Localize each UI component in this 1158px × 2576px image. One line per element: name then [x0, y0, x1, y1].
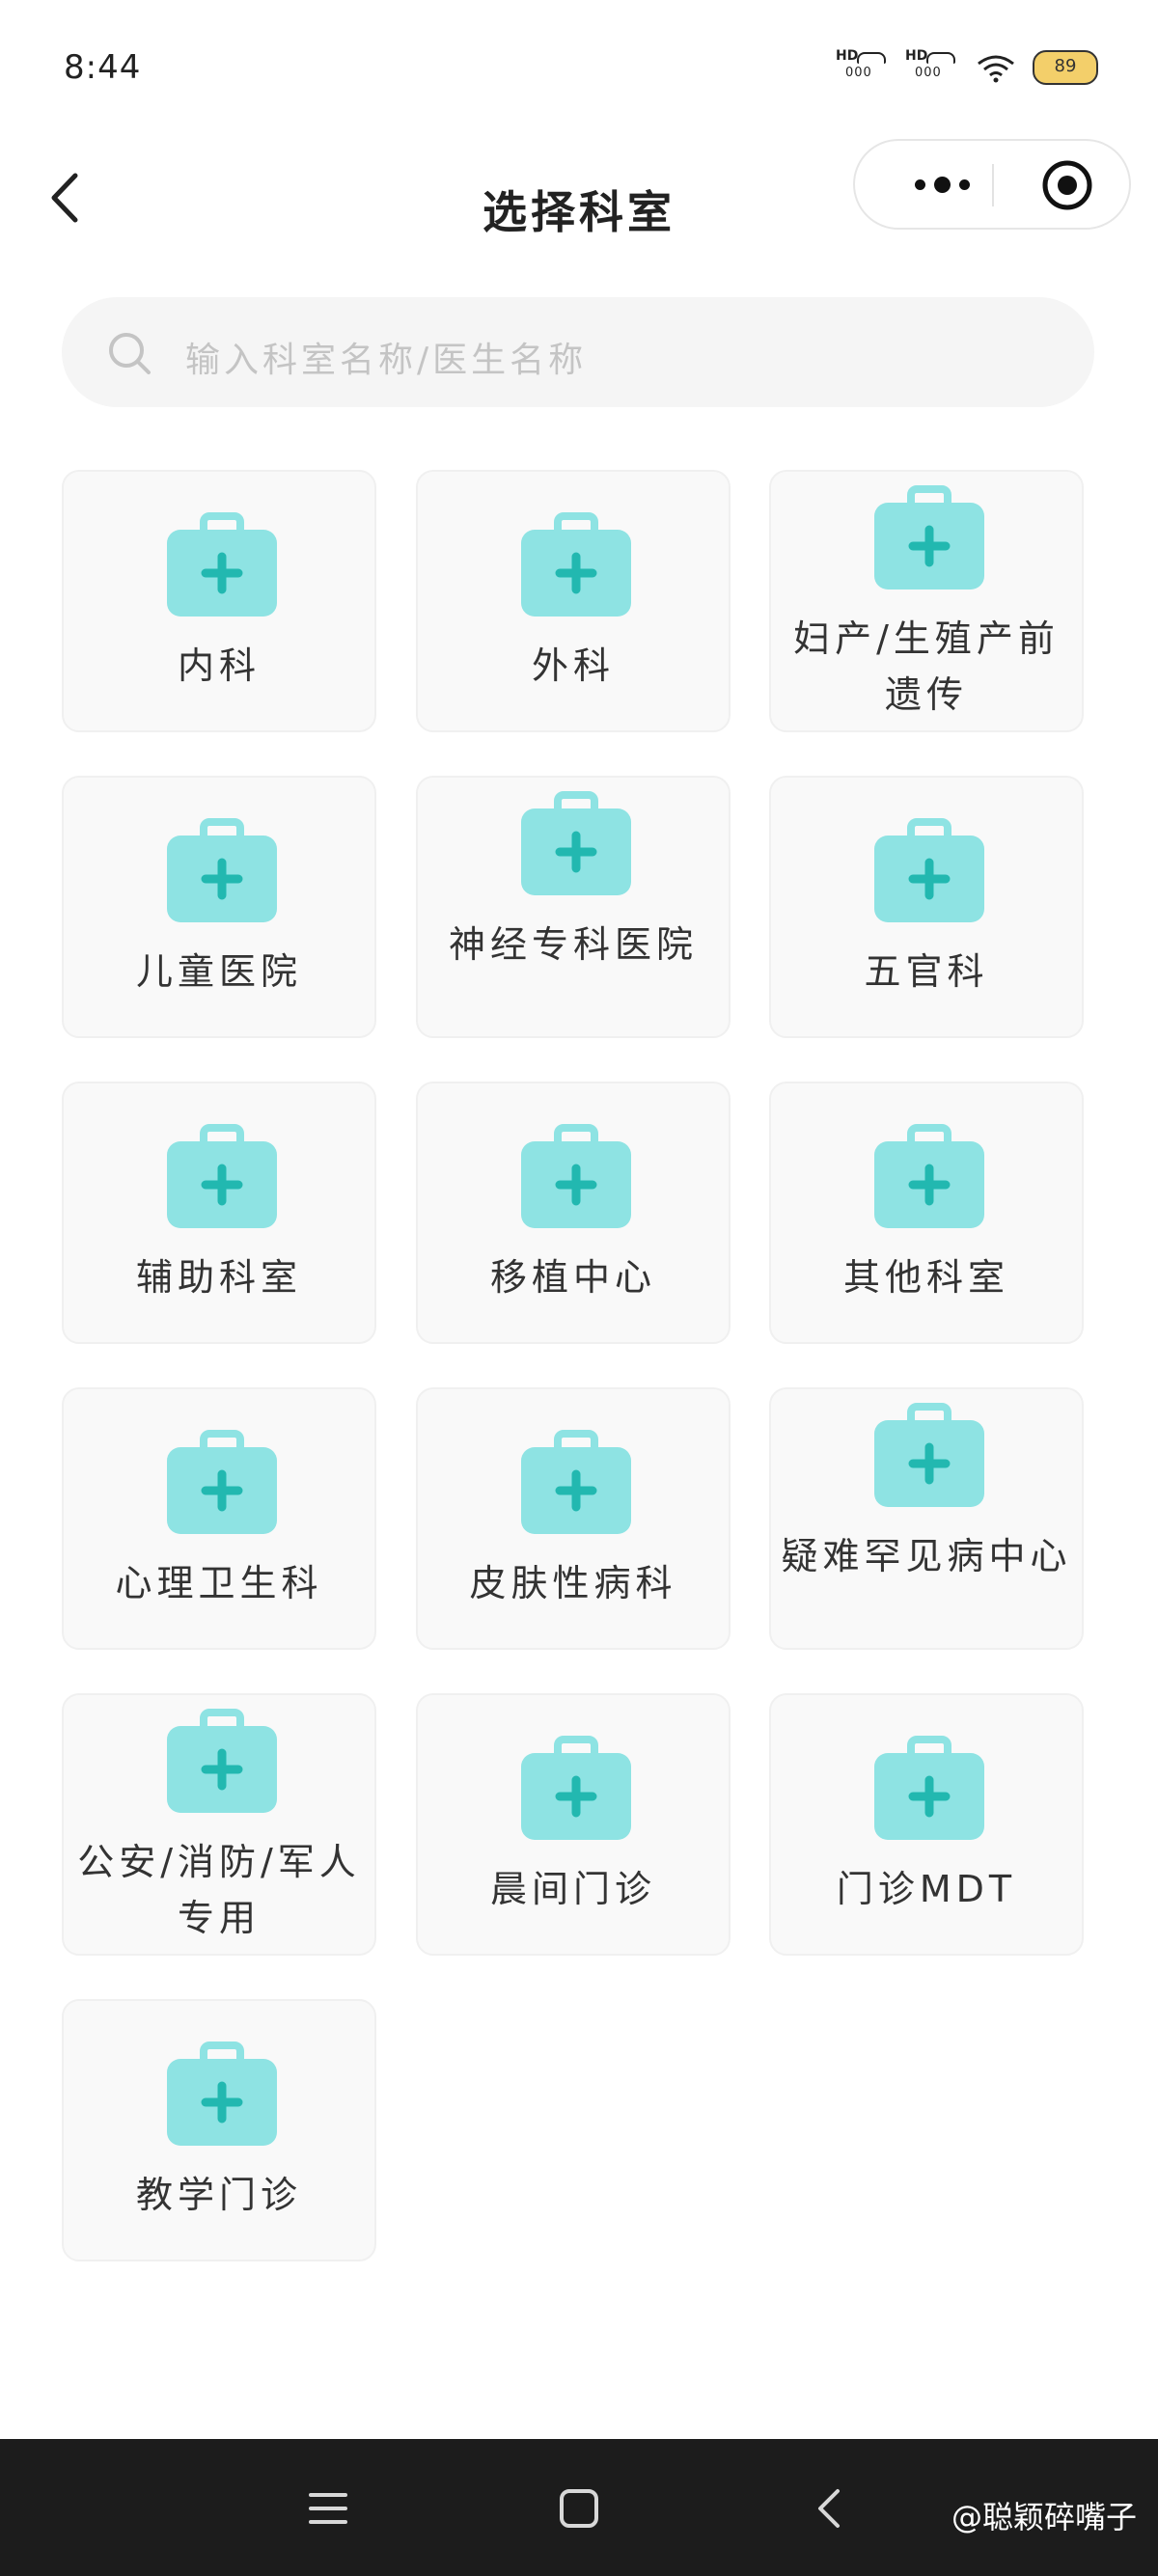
department-label: 心理卫生科 [115, 1562, 323, 1604]
menu-icon[interactable] [299, 2480, 357, 2537]
department-card[interactable]: 五官科 [769, 776, 1084, 1038]
medical-kit-icon [167, 818, 277, 922]
department-label: 晨间门诊 [489, 1868, 656, 1910]
department-card[interactable]: 晨间门诊 [416, 1693, 731, 1956]
system-nav-bar: @聪颖碎嘴子 [0, 2439, 1158, 2576]
department-card[interactable]: 妇产/生殖产前遗传 [769, 470, 1084, 732]
status-bar: 8:44 HD 000 HD 000 89 [0, 0, 1158, 135]
back-arrow-icon[interactable] [801, 2480, 859, 2537]
medical-kit-icon [167, 2042, 277, 2146]
department-label: 辅助科室 [135, 1256, 302, 1299]
department-card[interactable]: 皮肤性病科 [416, 1387, 731, 1650]
medical-kit-icon [874, 1124, 984, 1228]
department-card[interactable]: 其他科室 [769, 1082, 1084, 1344]
medical-kit-icon [167, 1709, 277, 1813]
department-label: 五官科 [864, 950, 989, 993]
status-icons: HD 000 HD 000 89 [836, 46, 1098, 89]
department-label: 妇产/生殖产前遗传 [793, 617, 1060, 716]
department-card[interactable]: 辅助科室 [62, 1082, 376, 1344]
close-button[interactable] [1040, 158, 1094, 212]
department-card[interactable]: 心理卫生科 [62, 1387, 376, 1650]
wifi-icon [978, 55, 1014, 83]
search-input[interactable]: 输入科室名称/医生名称 [62, 297, 1094, 407]
medical-kit-icon [874, 1403, 984, 1507]
department-card[interactable]: 教学门诊 [62, 1999, 376, 2261]
more-button[interactable] [894, 141, 990, 228]
department-card[interactable]: 门诊MDT [769, 1693, 1084, 1956]
department-label: 皮肤性病科 [469, 1562, 677, 1604]
status-time: 8:44 [64, 48, 142, 87]
department-card[interactable]: 儿童医院 [62, 776, 376, 1038]
department-label: 公安/消防/军人专用 [77, 1841, 361, 1939]
medical-kit-icon [167, 1124, 277, 1228]
medical-kit-icon [167, 1430, 277, 1534]
medical-kit-icon [521, 1736, 631, 1840]
watermark: @聪颖碎嘴子 [951, 2499, 1137, 2535]
search-icon [109, 333, 151, 374]
nav-bar: 选择科室 [0, 135, 1158, 270]
signal-icon-2: HD 000 [905, 48, 959, 87]
capsule-divider [992, 164, 994, 206]
medical-kit-icon [521, 512, 631, 617]
battery-icon: 89 [1033, 50, 1098, 85]
signal-hd-label-2: HD [905, 48, 928, 64]
department-card[interactable]: 外科 [416, 470, 731, 732]
home-square-icon[interactable] [550, 2480, 608, 2537]
miniprogram-capsule [853, 139, 1131, 230]
medical-kit-icon [167, 512, 277, 617]
department-label: 疑难罕见病中心 [781, 1535, 1072, 1577]
department-label: 儿童医院 [135, 950, 302, 993]
search-placeholder: 输入科室名称/医生名称 [185, 341, 588, 380]
medical-kit-icon [874, 485, 984, 589]
signal-hd-label: HD [836, 48, 859, 64]
department-label: 内科 [177, 644, 261, 687]
battery-level: 89 [1054, 56, 1077, 76]
department-label: 其他科室 [842, 1256, 1009, 1299]
medical-kit-icon [521, 791, 631, 895]
department-card[interactable]: 神经专科医院 [416, 776, 731, 1038]
department-card[interactable]: 疑难罕见病中心 [769, 1387, 1084, 1650]
medical-kit-icon [521, 1124, 631, 1228]
department-label: 神经专科医院 [448, 923, 698, 966]
medical-kit-icon [874, 818, 984, 922]
department-card[interactable]: 公安/消防/军人专用 [62, 1693, 376, 1956]
department-card[interactable]: 内科 [62, 470, 376, 732]
department-label: 外科 [531, 644, 615, 687]
medical-kit-icon [874, 1736, 984, 1840]
medical-kit-icon [521, 1430, 631, 1534]
department-card[interactable]: 移植中心 [416, 1082, 731, 1344]
signal-icon: HD 000 [836, 48, 890, 87]
department-label: 移植中心 [489, 1256, 656, 1299]
department-label: 门诊MDT [836, 1868, 1017, 1910]
department-label: 教学门诊 [135, 2174, 302, 2216]
